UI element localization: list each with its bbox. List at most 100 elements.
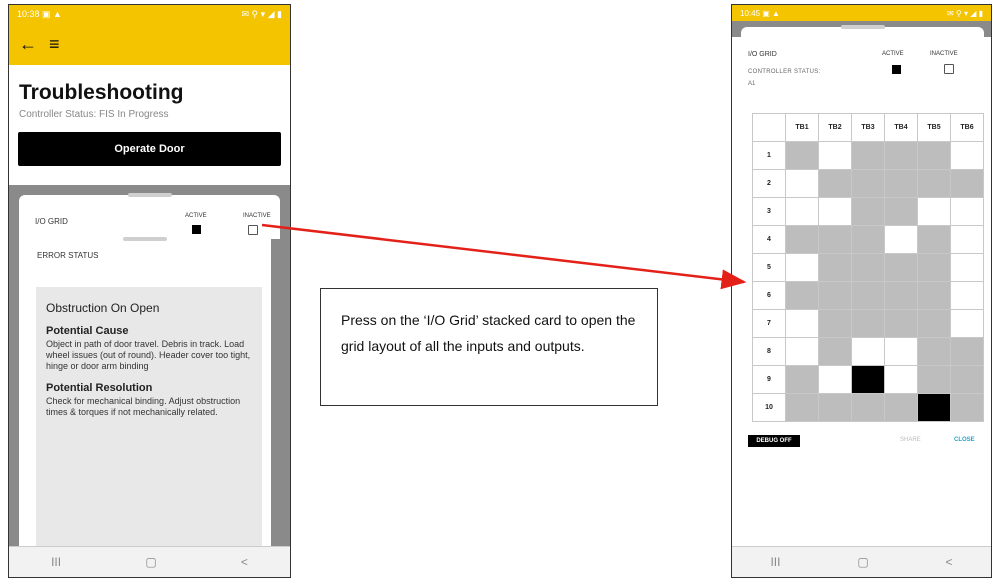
grid-cell-inactive (818, 365, 852, 394)
grid-cell-inactive (851, 337, 885, 366)
grid-cell-inactive (785, 197, 819, 226)
grid-row: 10 (752, 393, 984, 422)
left-phone-screen: 10:38 ▣ ▲ ✉ ⚲ ▾ ◢ ▮ ← ≡ Troubleshooting … (8, 4, 291, 578)
grid-cell-active (884, 281, 918, 310)
column-header: TB5 (917, 113, 951, 142)
grid-row: 5 (752, 253, 984, 282)
active-label: ACTIVE (185, 213, 207, 219)
grid-row: 4 (752, 225, 984, 254)
grid-cell-active (851, 225, 885, 254)
error-status-label: ERROR STATUS (37, 251, 99, 260)
grid-cell-inactive (884, 225, 918, 254)
row-header: 9 (752, 365, 786, 394)
home-icon[interactable]: ▢ (145, 555, 156, 569)
back-icon[interactable]: < (946, 555, 953, 569)
grid-cell-active (884, 309, 918, 338)
grid-cell-active (950, 337, 984, 366)
arrow-line (261, 223, 747, 290)
row-header: 2 (752, 169, 786, 198)
system-nav-bar: III ▢ < (9, 546, 290, 577)
sheet-top-strip (732, 21, 991, 37)
row-header: 10 (752, 393, 786, 422)
grid-cell-active (851, 309, 885, 338)
column-header: TB1 (785, 113, 819, 142)
grid-cell-active (851, 253, 885, 282)
grid-cell-active (917, 281, 951, 310)
grid-cell-inactive (884, 365, 918, 394)
grid-cell-inactive (950, 309, 984, 338)
column-header: TB2 (818, 113, 852, 142)
inactive-label: INACTIVE (243, 213, 271, 219)
status-time: 10:38 (17, 8, 40, 19)
grid-row: 3 (752, 197, 984, 226)
inactive-swatch (248, 225, 258, 235)
grid-cell-active (785, 225, 819, 254)
grid-cell-active (851, 169, 885, 198)
grid-cell-active (785, 393, 819, 422)
row-header: 1 (752, 141, 786, 170)
row-header: 8 (752, 337, 786, 366)
grid-cell-active (917, 309, 951, 338)
row-header: 6 (752, 281, 786, 310)
io-grid-card[interactable]: I/O GRID ACTIVE INACTIVE (19, 193, 280, 239)
card-handle (123, 237, 167, 241)
column-header: TB3 (851, 113, 885, 142)
grid-cell-active (917, 253, 951, 282)
status-bar: 10:38 ▣ ▲ ✉ ⚲ ▾ ◢ ▮ (9, 5, 290, 23)
grid-cell-active (917, 337, 951, 366)
column-header: TB4 (884, 113, 918, 142)
error-title: Obstruction On Open (46, 301, 160, 315)
recent-apps-icon[interactable]: III (770, 555, 780, 569)
io-grid-title: I/O GRID (748, 51, 777, 58)
controller-status-value: A1 (748, 81, 756, 87)
grid-cell-active (950, 393, 984, 422)
back-icon[interactable]: < (241, 555, 248, 569)
grid-cell-active (818, 337, 852, 366)
grid-cell-inactive (785, 253, 819, 282)
grid-cell-active (785, 141, 819, 170)
grid-cell-inactive (950, 281, 984, 310)
inactive-swatch (944, 64, 954, 74)
grid-cell-active (818, 281, 852, 310)
home-icon[interactable]: ▢ (857, 555, 868, 569)
grid-cell-inactive (917, 197, 951, 226)
grid-cell-inactive (884, 337, 918, 366)
system-nav-bar: III ▢ < (732, 546, 991, 577)
active-swatch (892, 65, 901, 74)
operate-door-button[interactable]: Operate Door (18, 132, 281, 166)
grid-cell-inactive (950, 253, 984, 282)
grid-cell-active (818, 169, 852, 198)
row-header: 4 (752, 225, 786, 254)
close-button[interactable]: CLOSE (954, 437, 975, 443)
io-grid-table: TB1 TB2 TB3 TB4 TB5 TB6 1 2 3 4 5 6 7 8 9 10 (752, 113, 984, 422)
share-button[interactable]: SHARE (900, 437, 921, 443)
io-grid-label: I/O GRID (35, 217, 68, 226)
grid-cell-active (884, 169, 918, 198)
back-arrow-icon[interactable]: ← (19, 34, 37, 55)
grid-cell-active (884, 141, 918, 170)
debug-off-button[interactable]: DEBUG OFF (748, 435, 800, 447)
column-header: TB6 (950, 113, 984, 142)
grid-cell-active (950, 365, 984, 394)
grid-cell-highlighted (917, 393, 951, 422)
grid-cell-active (917, 365, 951, 394)
grid-cell-active (818, 393, 852, 422)
grid-corner-cell (752, 113, 786, 142)
potential-cause-text: Object in path of door travel. Debris in… (46, 339, 251, 371)
menu-icon[interactable]: ≡ (49, 34, 60, 55)
error-status-card[interactable]: ERROR STATUS Obstruction On Open Potenti… (19, 237, 271, 569)
grid-header-row: TB1 TB2 TB3 TB4 TB5 TB6 (752, 113, 984, 142)
active-swatch (192, 225, 201, 234)
recent-apps-icon[interactable]: III (51, 555, 61, 569)
grid-cell-inactive (950, 197, 984, 226)
stacked-cards-area: I/O GRID ACTIVE INACTIVE ERROR STATUS Ob… (9, 185, 290, 569)
grid-cell-active (884, 393, 918, 422)
grid-cell-active (851, 141, 885, 170)
grid-cell-inactive (785, 337, 819, 366)
grid-cell-inactive (950, 225, 984, 254)
controller-status: Controller Status: FIS In Progress (19, 109, 169, 120)
inactive-label: INACTIVE (930, 51, 958, 57)
grid-cell-active (785, 281, 819, 310)
grid-cell-active (785, 365, 819, 394)
grid-cell-active (818, 309, 852, 338)
